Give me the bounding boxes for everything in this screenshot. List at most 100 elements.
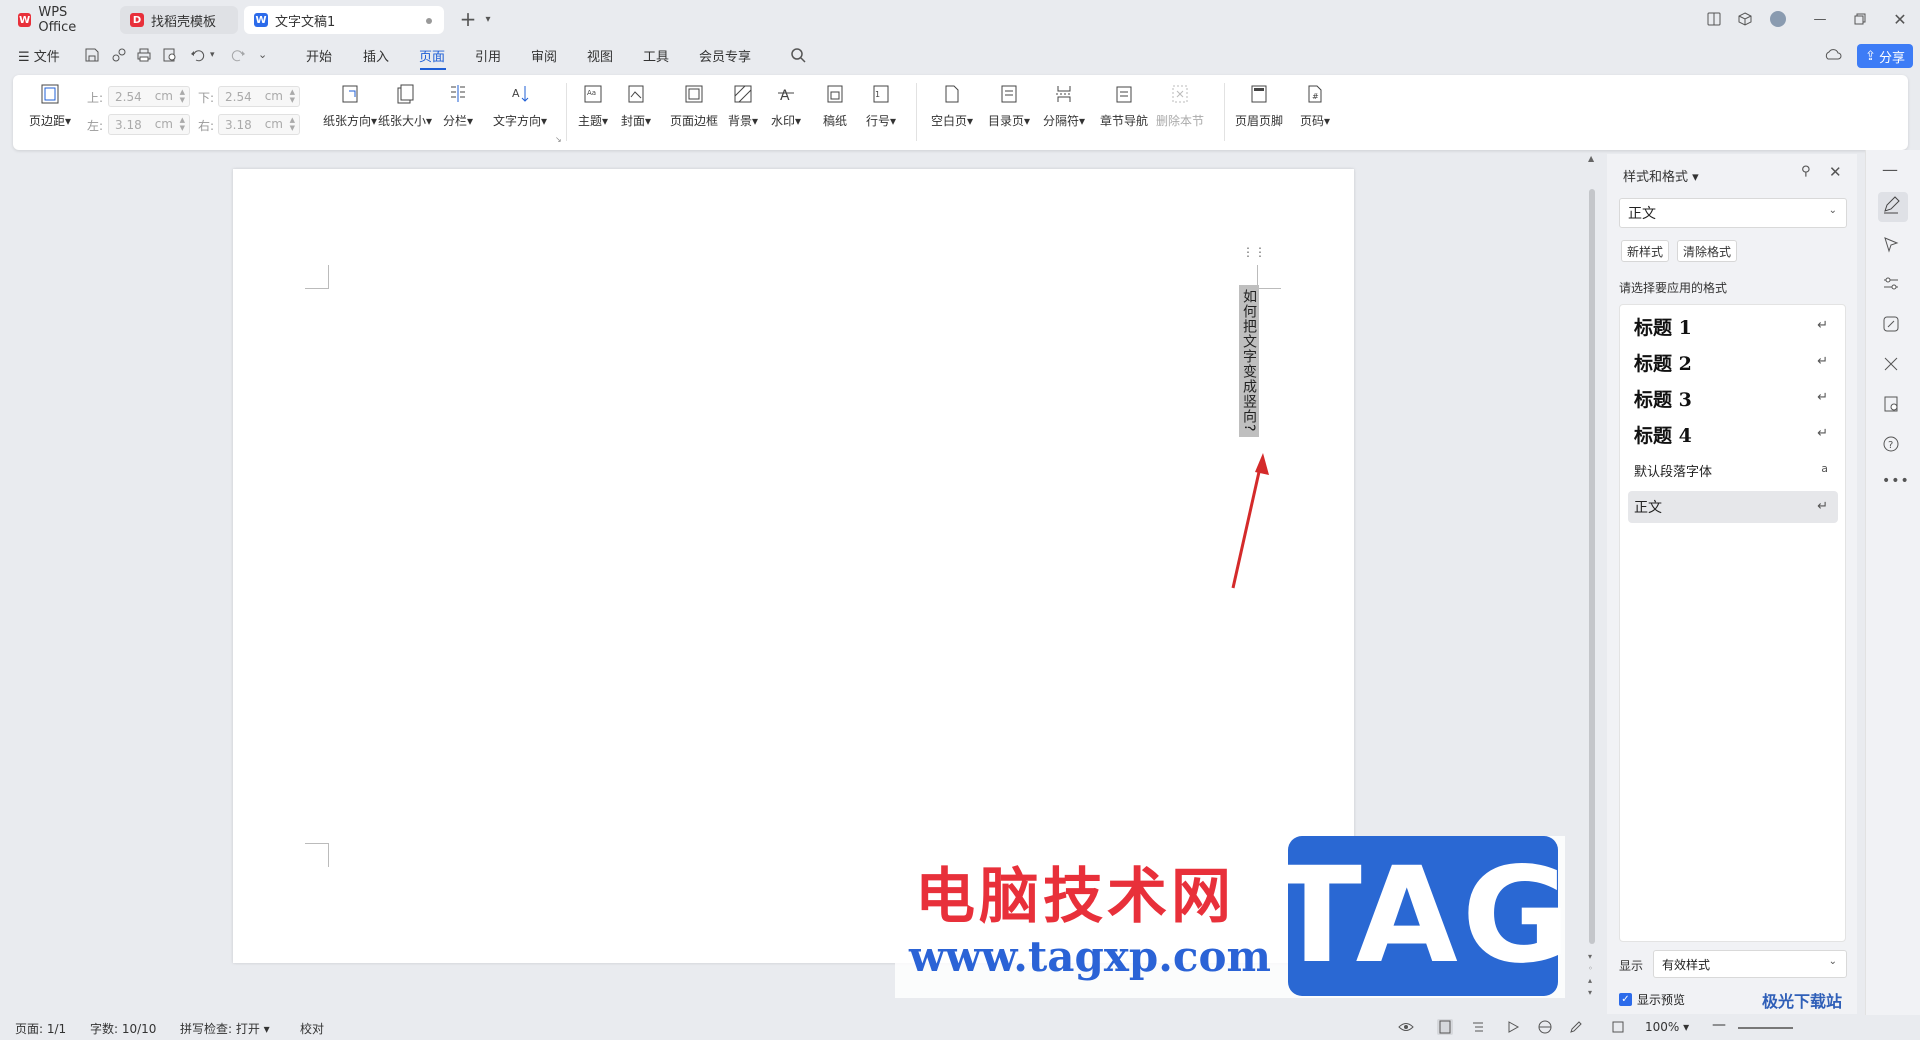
pin-icon[interactable]: ⚲ <box>1801 164 1811 179</box>
style-item-body[interactable]: 正文 ↵ <box>1628 491 1838 523</box>
theme-button[interactable]: Aa 主题▾ <box>578 83 608 129</box>
page-count[interactable]: 页面: 1/1 <box>15 1020 66 1037</box>
top-margin-field[interactable]: 2.54 cm ▲ ▼ <box>108 86 190 107</box>
menu-insert[interactable]: 插入 <box>363 46 389 65</box>
dialog-launcher-icon[interactable]: ↘ <box>555 135 562 144</box>
print-icon[interactable] <box>136 47 154 65</box>
proofread-button[interactable]: 校对 <box>300 1020 324 1037</box>
menu-member[interactable]: 会员专享 <box>699 46 751 65</box>
file-menu[interactable]: ☰ 文件 <box>18 46 60 65</box>
drag-handle-icon[interactable]: ⋮⋮ <box>1242 246 1266 258</box>
show-filter-select[interactable]: 有效样式 ⌄ <box>1653 950 1847 978</box>
background-button[interactable]: 背景▾ <box>728 83 758 129</box>
line-number-button[interactable]: 1 行号▾ <box>866 83 896 129</box>
menu-tools[interactable]: 工具 <box>643 46 669 65</box>
search-icon[interactable] <box>790 47 808 65</box>
paper-size-button[interactable]: 纸张大小▾ <box>378 83 432 129</box>
cover-button[interactable]: 封面▾ <box>621 83 651 129</box>
restore-icon[interactable] <box>1848 8 1872 30</box>
columns-button[interactable]: 分栏▾ <box>443 83 473 129</box>
chevron-down-icon[interactable]: ▾ <box>476 8 500 30</box>
cover-label: 封面 <box>621 114 646 128</box>
select-cursor-icon[interactable] <box>1882 235 1904 257</box>
bottom-margin-field[interactable]: 2.54 cm ▲ ▼ <box>218 86 300 107</box>
cube-icon[interactable] <box>1733 8 1757 30</box>
scrollbar-thumb[interactable] <box>1589 189 1595 944</box>
eye-icon[interactable] <box>1398 1019 1414 1035</box>
show-preview-checkbox[interactable]: ✓ 显示预览 <box>1619 991 1685 1008</box>
avatar[interactable] <box>1766 8 1790 30</box>
current-style-select[interactable]: 正文 ⌄ <box>1619 198 1847 228</box>
collapse-icon[interactable]: — <box>1882 160 1904 182</box>
page-number-button[interactable]: # 页码▾ <box>1300 83 1330 129</box>
style-item-default-font[interactable]: 默认段落字体 a <box>1628 454 1838 486</box>
share-button[interactable]: ⇪ 分享 <box>1857 44 1913 68</box>
right-margin-field[interactable]: 3.18 cm ▲ ▼ <box>218 114 300 135</box>
page-view-icon[interactable] <box>1437 1019 1453 1035</box>
style-pen-icon[interactable] <box>1878 192 1908 222</box>
stepper-icon[interactable]: ▲ ▼ <box>290 88 295 104</box>
menu-view[interactable]: 视图 <box>587 46 613 65</box>
menu-review[interactable]: 审阅 <box>531 46 557 65</box>
help-icon[interactable]: ? <box>1882 435 1904 457</box>
fit-page-icon[interactable] <box>1610 1019 1626 1035</box>
close-panel-icon[interactable]: ✕ <box>1829 163 1842 181</box>
scroll-up-icon[interactable]: ▲ <box>1588 154 1594 163</box>
stepper-icon[interactable]: ▲ ▼ <box>180 88 185 104</box>
stepper-icon[interactable]: ▲ ▼ <box>290 116 295 132</box>
vertical-scrollbar[interactable]: ▲ ▾ ◦ ▴ ▾ <box>1586 154 1598 1009</box>
undo-dropdown-icon[interactable]: ▾ <box>210 50 228 68</box>
menu-references[interactable]: 引用 <box>475 46 501 65</box>
page-border-button[interactable]: 页面边框 <box>670 83 718 129</box>
menu-start[interactable]: 开始 <box>306 46 332 65</box>
orientation-button[interactable]: 纸张方向▾ <box>323 83 377 129</box>
style-item-heading-1[interactable]: 标题 1 ↵ <box>1628 310 1838 342</box>
print-preview-icon[interactable] <box>162 47 180 65</box>
tab-docer[interactable]: D 找稻壳模板 <box>120 6 238 34</box>
spell-check-status[interactable]: 拼写检查: 打开 ▾ <box>180 1020 270 1037</box>
web-view-icon[interactable] <box>1537 1019 1553 1035</box>
header-footer-button[interactable]: 页眉页脚 <box>1235 83 1283 129</box>
play-icon[interactable] <box>1505 1019 1521 1035</box>
share-link-icon[interactable] <box>111 47 129 65</box>
scroll-page-nav-icon[interactable]: ▾ ◦ ▴ ▾ <box>1588 951 1593 999</box>
save-icon[interactable] <box>84 47 102 65</box>
stepper-icon[interactable]: ▲ ▼ <box>180 116 185 132</box>
left-margin-field[interactable]: 3.18 cm ▲ ▼ <box>108 114 190 135</box>
separator-button[interactable]: 分隔符▾ <box>1043 83 1085 129</box>
minimize-icon[interactable]: — <box>1808 8 1832 30</box>
clear-format-button[interactable]: 清除格式 <box>1677 240 1737 262</box>
manuscript-button[interactable]: 稿纸 <box>823 83 847 129</box>
toc-page-button[interactable]: 目录页▾ <box>988 83 1030 129</box>
style-item-heading-3[interactable]: 标题 3 ↵ <box>1628 382 1838 414</box>
new-style-button[interactable]: 新样式 <box>1621 240 1669 262</box>
cloud-icon[interactable] <box>1824 47 1842 65</box>
text-direction-button[interactable]: A 文字方向▾ <box>493 83 547 129</box>
word-count[interactable]: 字数: 10/10 <box>90 1020 156 1037</box>
more-quick-access-icon[interactable]: ⌄ <box>258 48 276 66</box>
zoom-slider[interactable] <box>1738 1027 1793 1029</box>
panel-title[interactable]: 样式和格式 ▾ <box>1623 166 1699 185</box>
tools-icon[interactable] <box>1882 355 1904 377</box>
style-item-heading-4[interactable]: 标题 4 ↵ <box>1628 418 1838 450</box>
adjust-icon[interactable] <box>1882 275 1904 297</box>
tab-wps-office[interactable]: W WPS Office <box>8 5 116 35</box>
close-icon[interactable]: ✕ <box>1888 8 1912 30</box>
book-icon[interactable] <box>1882 395 1904 417</box>
blank-page-button[interactable]: 空白页▾ <box>931 83 973 129</box>
section-nav-button[interactable]: 章节导航 <box>1100 83 1148 129</box>
style-item-heading-2[interactable]: 标题 2 ↵ <box>1628 346 1838 378</box>
zoom-out-icon[interactable]: — <box>1712 1017 1726 1033</box>
tab-document[interactable]: W 文字文稿1 <box>244 6 444 34</box>
margins-button[interactable]: 页边距▾ <box>29 83 71 129</box>
ai-write-icon[interactable] <box>1882 315 1904 337</box>
undo-icon[interactable] <box>190 47 208 65</box>
vertical-text-box[interactable]: 如何把文字变成竖向? <box>1239 285 1259 437</box>
pen-icon[interactable] <box>1568 1019 1584 1035</box>
watermark-button[interactable]: A 水印▾ <box>771 83 801 129</box>
menu-page[interactable]: 页面 <box>419 46 445 65</box>
layout-icon[interactable] <box>1702 8 1726 30</box>
more-icon[interactable]: ••• <box>1882 473 1909 495</box>
zoom-level[interactable]: 100% ▾ <box>1645 1020 1689 1034</box>
outline-view-icon[interactable] <box>1470 1019 1486 1035</box>
